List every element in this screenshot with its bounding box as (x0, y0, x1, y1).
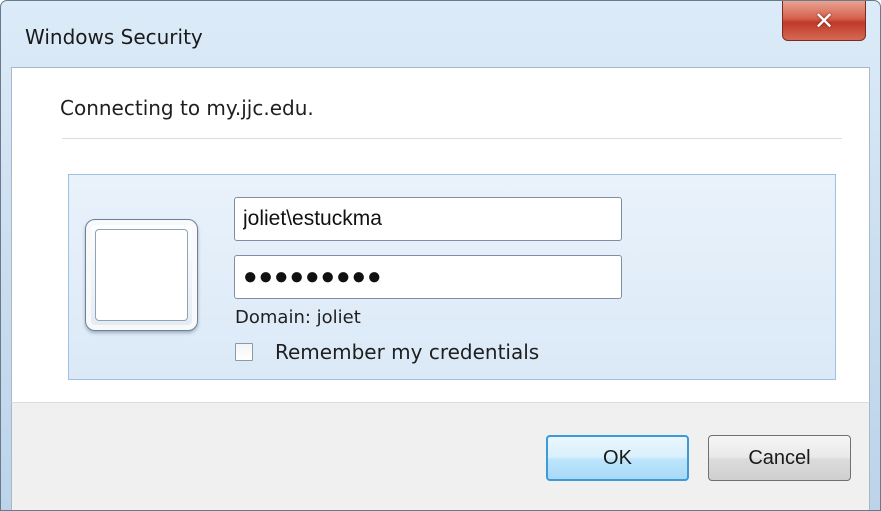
domain-text: Domain: joliet (235, 307, 361, 328)
dialog-content: Connecting to my.jjc.edu. Domain: joliet… (11, 67, 870, 402)
cancel-button[interactable]: Cancel (708, 435, 851, 481)
remember-credentials-checkbox[interactable] (235, 343, 253, 361)
separator (62, 138, 842, 139)
user-tile-icon (85, 219, 198, 331)
button-bar: OK Cancel (11, 402, 870, 510)
password-field[interactable] (234, 255, 622, 299)
ok-button[interactable]: OK (546, 435, 689, 481)
credential-tile: Domain: joliet Remember my credentials (68, 174, 836, 380)
connecting-text: Connecting to my.jjc.edu. (60, 96, 314, 120)
close-button[interactable]: ✕ (782, 1, 866, 41)
window-title: Windows Security (25, 25, 203, 49)
close-icon: ✕ (813, 6, 835, 35)
title-bar[interactable]: Windows Security ✕ (1, 1, 880, 71)
remember-credentials-label[interactable]: Remember my credentials (275, 340, 539, 364)
windows-security-dialog: Windows Security ✕ Connecting to my.jjc.… (0, 0, 881, 511)
remember-credentials-row[interactable]: Remember my credentials (235, 339, 539, 365)
user-tile-picture (95, 229, 188, 321)
username-field[interactable] (234, 197, 622, 241)
